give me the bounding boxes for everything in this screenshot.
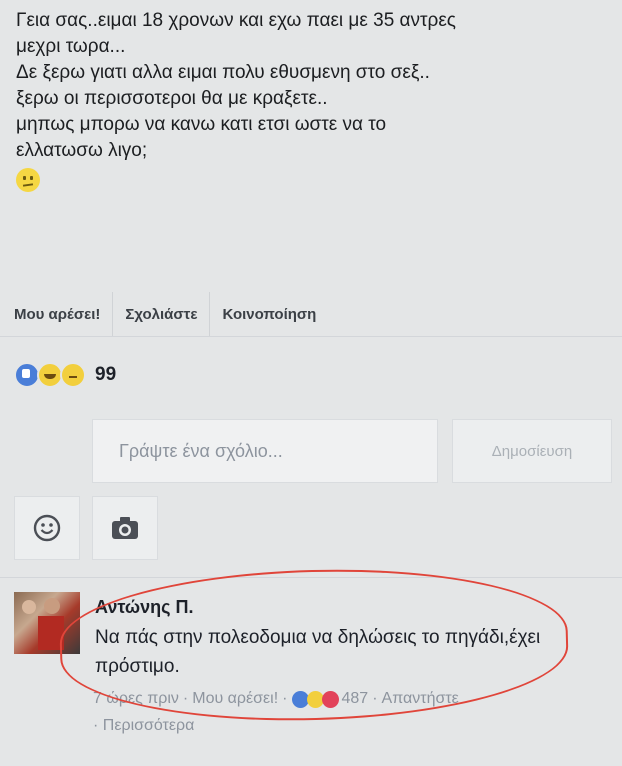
camera-icon xyxy=(112,517,138,539)
post-line: μηπως μπορω να κανω κατι ετσι ωστε να το xyxy=(16,114,387,135)
post-line: ελλατωσω λιγο; xyxy=(16,140,148,161)
comment-meta-more: · Περισσότερα xyxy=(93,717,195,734)
smiley-icon xyxy=(33,514,61,542)
reaction-count: 99 xyxy=(95,364,117,385)
post-line: ξερω οι περισσοτεροι θα με κραξετε.. xyxy=(16,88,328,109)
confused-face-icon xyxy=(16,168,40,192)
comment-button[interactable]: Σχολιάστε xyxy=(113,292,211,336)
sad-icon xyxy=(60,362,86,388)
like-button[interactable]: Μου αρέσει! xyxy=(0,292,114,336)
more-link[interactable]: Περισσότερα xyxy=(103,717,195,734)
post-body: Γεια σας..ειμαι 18 χρονων και εχω παει μ… xyxy=(16,8,612,200)
reaction-summary[interactable]: 99 xyxy=(14,362,116,388)
post-line: Δε ξερω γιατι αλλα ειμαι πολυ εθυσμενη σ… xyxy=(16,62,430,83)
emoji-picker-button[interactable] xyxy=(14,496,80,560)
post-action-bar: Μου αρέσει! Σχολιάστε Κοινοποίηση xyxy=(0,292,622,337)
comment-input[interactable]: Γράψτε ένα σχόλιο... xyxy=(92,419,438,483)
photo-button[interactable] xyxy=(92,496,158,560)
share-button[interactable]: Κοινοποίηση xyxy=(210,292,328,336)
post-line: Γεια σας..ειμαι 18 χρονων και εχω παει μ… xyxy=(16,10,456,31)
publish-button[interactable]: Δημοσίευση xyxy=(452,419,612,483)
highlight-oval xyxy=(58,563,570,727)
post-line: μεχρι τωρα... xyxy=(16,36,126,57)
